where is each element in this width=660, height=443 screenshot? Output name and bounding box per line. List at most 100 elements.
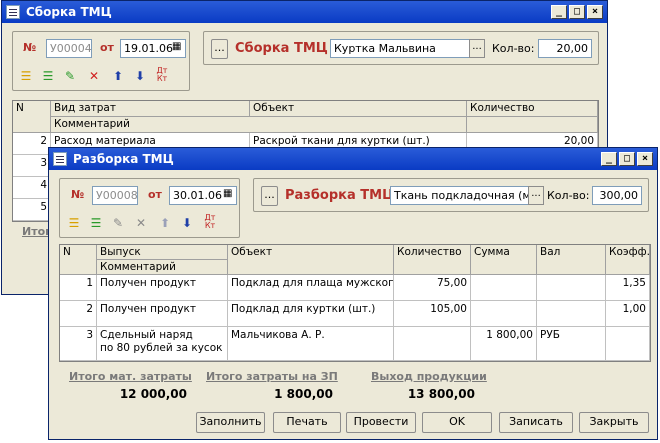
maximize-button[interactable]: □ bbox=[619, 152, 635, 166]
col-header-n[interactable]: N bbox=[60, 245, 97, 275]
total-material-value: 12 000,00 bbox=[119, 387, 187, 401]
copy-row-icon[interactable]: ☰ bbox=[88, 215, 104, 231]
doc-number-label: № bbox=[71, 188, 85, 201]
calendar-icon[interactable]: ▦ bbox=[172, 41, 181, 52]
row-number: 5 bbox=[13, 199, 51, 221]
copy-row-icon[interactable]: ☰ bbox=[40, 68, 56, 84]
row-sum[interactable] bbox=[471, 275, 537, 301]
total-output-value: 13 800,00 bbox=[407, 387, 475, 401]
edit-row-icon[interactable]: ✎ bbox=[110, 215, 126, 231]
row-currency[interactable]: РУБ bbox=[537, 327, 606, 361]
row-number: 2 bbox=[13, 133, 51, 155]
add-row-icon[interactable]: ☰ bbox=[18, 68, 34, 84]
delete-row-icon[interactable]: ✕ bbox=[86, 68, 102, 84]
quantity-label: Кол-во: bbox=[492, 42, 535, 55]
front-output-table[interactable]: N Выпуск Объект Количество Сумма Вал Коэ… bbox=[59, 244, 651, 362]
col-header-kind[interactable]: Вид затрат bbox=[51, 101, 250, 117]
front-window-title: Разборка ТМЦ bbox=[73, 152, 174, 166]
row-object[interactable]: Подклад для плаща мужского bbox=[228, 275, 394, 301]
row-number: 1 bbox=[60, 275, 97, 301]
post-button[interactable]: Провести bbox=[346, 412, 416, 433]
col-header-sum[interactable]: Сумма bbox=[471, 245, 537, 275]
operation-select-button[interactable]: ... bbox=[261, 186, 278, 206]
quantity-field[interactable]: 20,00 bbox=[538, 39, 592, 58]
add-row-icon[interactable]: ☰ bbox=[66, 215, 82, 231]
doc-number-label: № bbox=[23, 41, 37, 54]
document-icon bbox=[53, 152, 67, 166]
back-window-title: Сборка ТМЦ bbox=[26, 5, 112, 19]
row-number: 2 bbox=[60, 301, 97, 327]
col-header-currency[interactable]: Вал bbox=[537, 245, 606, 275]
row-quantity[interactable]: 105,00 bbox=[394, 301, 471, 327]
minimize-button[interactable]: _ bbox=[601, 152, 617, 166]
row-currency[interactable] bbox=[537, 301, 606, 327]
close-button[interactable]: × bbox=[587, 5, 603, 19]
close-window-button[interactable]: Закрыть bbox=[579, 412, 649, 433]
front-window-titlebar[interactable]: Разборка ТМЦ _ □ × bbox=[49, 148, 657, 170]
row-sum[interactable] bbox=[471, 301, 537, 327]
dt-kt-icon[interactable]: Дт Кт bbox=[202, 214, 218, 230]
col-header-empty bbox=[467, 117, 598, 133]
move-down-icon[interactable]: ⬇ bbox=[132, 68, 148, 84]
fill-button[interactable]: Заполнить bbox=[196, 412, 265, 433]
row-quantity[interactable]: 75,00 bbox=[394, 275, 471, 301]
ok-button[interactable]: OK bbox=[422, 412, 492, 433]
row-coefficient[interactable] bbox=[606, 327, 650, 361]
operation-title: Сборка ТМЦ bbox=[235, 41, 328, 56]
col-header-output[interactable]: Выпуск bbox=[97, 245, 228, 260]
row-object[interactable]: Подклад для куртки (шт.) bbox=[228, 301, 394, 327]
row-number: 3 bbox=[60, 327, 97, 361]
row-object[interactable]: Мальчикова А. Р. bbox=[228, 327, 394, 361]
row-coefficient[interactable]: 1,35 bbox=[606, 275, 650, 301]
close-button[interactable]: × bbox=[637, 152, 653, 166]
minimize-button[interactable]: _ bbox=[551, 5, 567, 19]
product-field[interactable]: Куртка Мальвина bbox=[330, 39, 470, 58]
dt-kt-icon[interactable]: Дт Кт bbox=[154, 67, 170, 83]
row-quantity[interactable] bbox=[394, 327, 471, 361]
row-output[interactable]: Получен продукт bbox=[97, 275, 228, 301]
row-output-line1: Сдельный наряд bbox=[100, 329, 193, 341]
total-salary-value: 1 800,00 bbox=[274, 387, 333, 401]
col-header-comment[interactable]: Комментарий bbox=[51, 117, 467, 133]
col-header-quantity[interactable]: Количество bbox=[467, 101, 598, 117]
row-output-line2: по 80 рублей за кусок bbox=[100, 342, 223, 354]
row-output[interactable]: Получен продукт bbox=[97, 301, 228, 327]
total-material-label: Итого мат. затраты bbox=[69, 370, 192, 383]
row-currency[interactable] bbox=[537, 275, 606, 301]
back-total-label: Итог bbox=[22, 225, 51, 238]
delete-row-icon[interactable]: ✕ bbox=[133, 215, 149, 231]
quantity-label: Кол-во: bbox=[547, 189, 590, 202]
back-window-titlebar[interactable]: Сборка ТМЦ _ □ × bbox=[2, 1, 607, 23]
col-header-quantity[interactable]: Количество bbox=[394, 245, 471, 275]
row-number: 4 bbox=[13, 177, 51, 199]
save-button[interactable]: Записать bbox=[499, 412, 573, 433]
row-number: 3 bbox=[13, 155, 51, 177]
move-down-icon[interactable]: ⬇ bbox=[179, 215, 195, 231]
move-up-icon[interactable]: ⬆ bbox=[157, 215, 173, 231]
product-field[interactable]: Ткань подкладочная (м2) bbox=[390, 186, 529, 205]
col-header-comment[interactable]: Комментарий bbox=[97, 260, 228, 275]
maximize-button[interactable]: □ bbox=[569, 5, 585, 19]
quantity-field[interactable]: 300,00 bbox=[592, 186, 642, 205]
col-header-object[interactable]: Объект bbox=[250, 101, 467, 117]
col-header-coefficient[interactable]: Коэфф. bbox=[606, 245, 650, 275]
doc-number-field[interactable]: У00008 bbox=[92, 186, 138, 205]
operation-select-button[interactable]: ... bbox=[211, 39, 228, 59]
product-select-button[interactable]: ... bbox=[469, 39, 485, 58]
calendar-icon[interactable]: ▦ bbox=[223, 188, 232, 199]
front-window: Разборка ТМЦ _ □ × № У00008 от 30.01.06 … bbox=[48, 147, 658, 440]
col-header-object[interactable]: Объект bbox=[228, 245, 394, 275]
doc-number-field[interactable]: У00004 bbox=[46, 39, 92, 58]
print-button[interactable]: Печать bbox=[273, 412, 341, 433]
edit-row-icon[interactable]: ✎ bbox=[62, 68, 78, 84]
total-output-label: Выход продукции bbox=[371, 370, 487, 383]
product-select-button[interactable]: ... bbox=[528, 186, 544, 205]
row-output[interactable]: Сдельный наряд по 80 рублей за кусок bbox=[97, 327, 228, 361]
move-up-icon[interactable]: ⬆ bbox=[110, 68, 126, 84]
date-label: от bbox=[148, 188, 162, 201]
operation-title: Разборка ТМЦ bbox=[285, 188, 395, 203]
row-coefficient[interactable]: 1,00 bbox=[606, 301, 650, 327]
row-sum[interactable]: 1 800,00 bbox=[471, 327, 537, 361]
total-salary-label: Итого затраты на ЗП bbox=[206, 370, 338, 383]
col-header-n[interactable]: N bbox=[13, 101, 51, 133]
